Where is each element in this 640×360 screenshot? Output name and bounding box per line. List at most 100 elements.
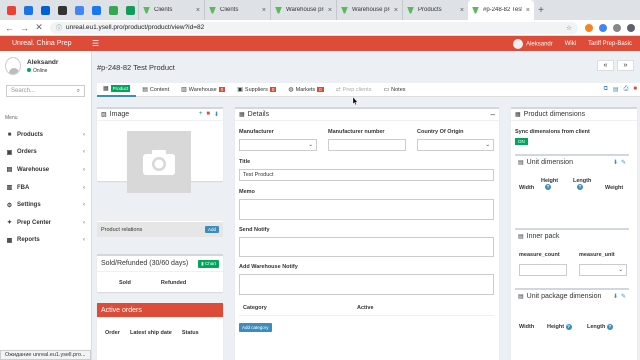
unit-height-label: Height? [541, 178, 559, 190]
sidebar-item-products[interactable]: ■ Products ‹ [0, 126, 91, 144]
report-icon: ▦ [6, 237, 13, 244]
puzzle-icon[interactable] [613, 23, 621, 32]
details-header: ▦ Details – [235, 109, 499, 121]
pinned-tab-globe-green-icon[interactable] [106, 3, 121, 17]
manufacturer-number-label: Manufacturer number [328, 129, 385, 135]
close-tab-icon[interactable]: × [196, 7, 200, 14]
layers-icon[interactable]: ▤ [613, 86, 619, 93]
close-tab-icon[interactable]: × [394, 7, 398, 14]
copy-icon[interactable]: ⧉ [604, 86, 608, 93]
pinned-tab-gmail-icon[interactable] [4, 3, 19, 17]
browser-tab[interactable]: Warehouse prep × [270, 0, 336, 20]
close-tab-icon[interactable]: × [460, 7, 464, 14]
product-image-placeholder[interactable] [127, 131, 191, 193]
download-icon[interactable]: ⬇ [613, 293, 618, 300]
add-relation-button[interactable]: Add [204, 226, 219, 233]
measure-count-input[interactable] [519, 264, 567, 276]
pinned-tab-facebook-icon[interactable] [89, 3, 104, 17]
help-icon[interactable]: ? [577, 184, 583, 190]
browser-tab[interactable]: #p-248-82 Test × [468, 0, 534, 20]
tab-warehouse[interactable]: ▥ Warehouse 0 [175, 83, 231, 97]
delete-image-icon[interactable]: ■ [206, 111, 210, 118]
menu-dots-icon[interactable] [627, 23, 635, 32]
sidebar-item-reports[interactable]: ▦ Reports ‹ [0, 232, 91, 250]
menu-header: Menu [5, 115, 18, 121]
help-icon[interactable]: ? [565, 324, 572, 330]
extension-icon[interactable] [599, 23, 607, 32]
edit-icon[interactable]: ✎ [621, 293, 626, 300]
pinned-tab-sheets-green-icon[interactable] [123, 3, 138, 17]
add-image-icon[interactable]: + [199, 111, 203, 118]
print-icon[interactable]: ⎙ [624, 86, 629, 93]
tab-content[interactable]: ▤ Content [136, 83, 175, 97]
tab-favicon-icon [209, 6, 216, 14]
sidebar-item-warehouse[interactable]: ▤ Warehouse ‹ [0, 161, 91, 179]
browser-tab[interactable]: Clients × [204, 0, 270, 20]
close-tab-icon[interactable]: × [328, 7, 332, 14]
sidebar-item-prep-center[interactable]: ✦ Prep Center ‹ [0, 214, 91, 232]
tab-notes[interactable]: ▭ Notes [377, 83, 411, 97]
browser-tab[interactable]: Clients × [138, 0, 204, 20]
help-icon[interactable]: ? [545, 184, 551, 190]
sidebar-item-label: Reports [17, 237, 40, 244]
tab-label: Suppliers [244, 86, 268, 93]
new-tab-button[interactable]: + [534, 5, 548, 16]
add-category-button[interactable]: Add category [239, 323, 272, 332]
col-refunded: Refunded [160, 280, 187, 286]
manufacturer-number-input[interactable] [328, 139, 406, 151]
add-wh-notify-textarea[interactable] [239, 274, 494, 295]
tab-markets[interactable]: ◍ Markets 0 [282, 83, 329, 97]
sidebar-item-settings[interactable]: ⚙ Settings ‹ [0, 196, 91, 214]
wiki-link[interactable]: Wiki [565, 41, 576, 47]
metamask-icon[interactable] [585, 23, 593, 32]
brand-logo[interactable]: Unreal. China Prep [0, 40, 92, 47]
browser-tab[interactable]: Products × [402, 0, 468, 20]
pinned-tab-dark-square-icon[interactable] [55, 3, 70, 17]
download-icon[interactable]: ⬇ [613, 159, 618, 166]
next-product-button[interactable]: » [617, 60, 634, 71]
title-input[interactable]: Test Product [239, 169, 494, 181]
chart-button[interactable]: ▮ Chart [198, 259, 219, 268]
tab-label: Content [149, 86, 170, 93]
tab-favicon-icon [143, 6, 150, 14]
search-icon[interactable]: ⌕ [77, 88, 80, 95]
prev-product-button[interactable]: « [597, 60, 614, 71]
measure-unit-select[interactable]: ⌄ [579, 264, 627, 276]
tab-product[interactable]: ▦ Product [97, 83, 137, 97]
dimensions-title: Product dimensions [523, 111, 586, 118]
browser-tab[interactable]: Warehouse prep × [336, 0, 402, 20]
sidebar-menu: ■ Products ‹ ▣ Orders ‹ ▤ Warehouse ‹ ▥ FBA ‹ ⚙ Setti… [0, 126, 91, 249]
image-box-title: Image [109, 111, 130, 118]
address-bar[interactable]: ⓘ unreal.eu1.ysell.pro/product/product/v… [50, 21, 578, 34]
bookmark-star-icon[interactable]: ☆ [566, 24, 572, 32]
send-notify-textarea[interactable] [239, 237, 494, 257]
details-icon: ▦ [239, 112, 245, 118]
sidebar-item-orders[interactable]: ▣ Orders ‹ [0, 144, 91, 162]
hamburger-icon[interactable]: ☰ [92, 39, 99, 48]
forward-icon[interactable]: → [20, 23, 29, 33]
tab-prep-clients[interactable]: ⇄ Prep clients [330, 83, 378, 97]
user-menu[interactable]: Aleksandr [513, 38, 553, 49]
sync-toggle[interactable]: ON [515, 138, 528, 145]
stop-icon[interactable]: ✕ [35, 22, 43, 33]
pinned-tab-box-blue-icon[interactable] [38, 3, 53, 17]
close-tab-icon[interactable]: × [262, 7, 266, 14]
country-select[interactable]: ⌄ [417, 139, 494, 151]
pinned-tab-grid-blue-icon[interactable] [72, 3, 87, 17]
sidebar: Aleksandr Online Search... ⌕ Menu ■ Produ… [0, 51, 92, 360]
download-image-icon[interactable]: ⬇ [214, 111, 219, 118]
memo-textarea[interactable] [239, 199, 494, 220]
close-tab-icon[interactable]: × [526, 7, 530, 14]
tariff-link[interactable]: Tariff Prep-Basic [588, 41, 632, 47]
help-icon[interactable]: ? [606, 324, 613, 330]
sidebar-item-fba[interactable]: ▥ FBA ‹ [0, 179, 91, 197]
collapse-icon[interactable]: – [491, 110, 495, 119]
tab-suppliers[interactable]: ▣ Suppliers 0 [231, 83, 282, 97]
back-icon[interactable]: ← [5, 23, 14, 33]
trash-icon[interactable]: ■ [633, 86, 637, 93]
manufacturer-select[interactable]: ⌄ [239, 139, 317, 151]
edit-icon[interactable]: ✎ [621, 159, 626, 166]
sidebar-search-input[interactable]: Search... ⌕ [6, 85, 85, 97]
pinned-tab-mail-blue-icon[interactable] [21, 3, 36, 17]
orders-col: Status [181, 330, 199, 336]
